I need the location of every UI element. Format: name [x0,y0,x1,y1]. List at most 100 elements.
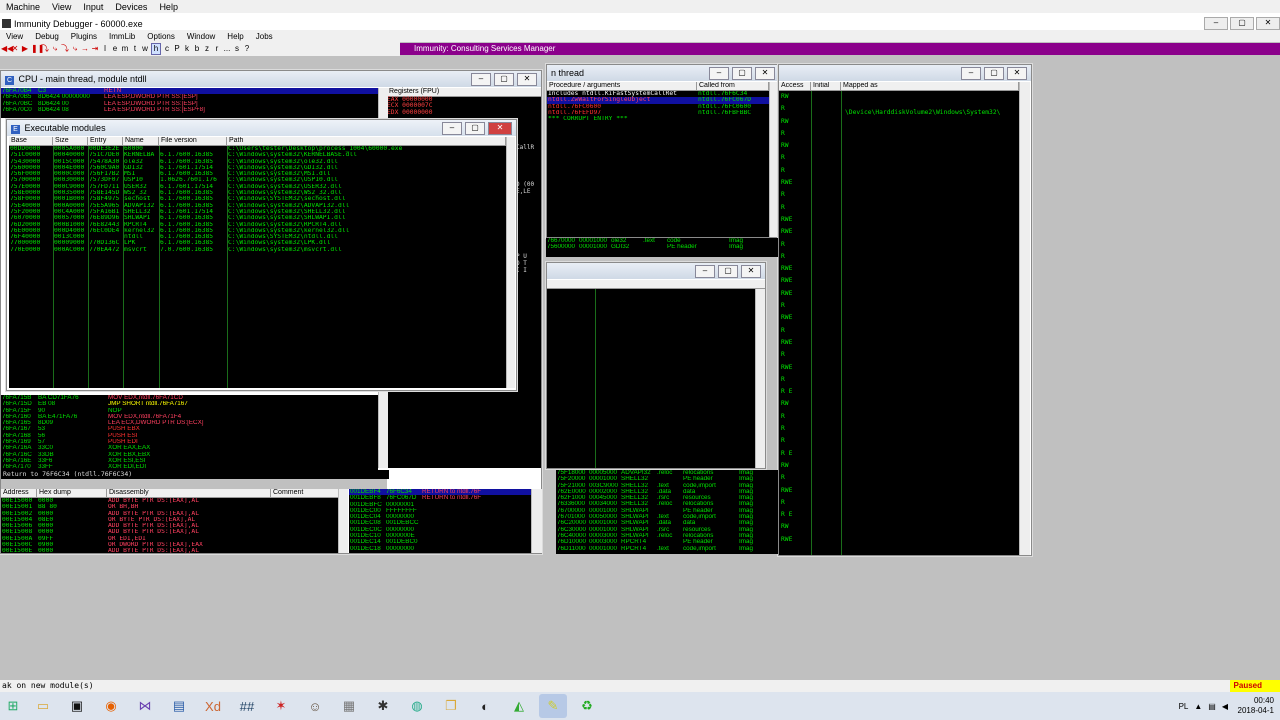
toolbar-window-c[interactable]: c [163,44,171,54]
menu-window[interactable]: Window [181,32,221,41]
clock[interactable]: 00:40 2018-04-1 [1238,696,1274,716]
start-icon[interactable]: ⊞ [3,694,23,718]
menu-help[interactable]: Help [221,32,249,41]
tray-icons: PL ▲ ▤ ◀ [1179,702,1228,711]
file-manager-icon[interactable]: ▭ [29,694,57,718]
menu-view[interactable]: View [0,32,29,41]
terminal-icon[interactable]: ▣ [63,694,91,718]
flag-icon[interactable]: ▲ [1194,702,1202,711]
memory-mid-list[interactable]: 76670000 00001000 ole32 .text code Imag 756000… [546,238,778,257]
memory-close-icon[interactable]: ✕ [1007,67,1027,80]
toolbar-window-more[interactable]: ... [223,44,231,54]
spider-icon[interactable]: ✶ [267,694,295,718]
blank-close-icon[interactable]: ✕ [741,265,761,278]
dump-scrollbar[interactable] [338,489,348,553]
toolbar-debug-icon[interactable]: ⤷ [51,44,59,54]
close-icon[interactable]: ✕ [1256,17,1280,30]
cpu-maximize-icon[interactable]: ▢ [494,73,514,86]
callstack-maximize-icon[interactable]: ▢ [732,67,752,80]
toolbar-window-h[interactable]: h [151,43,161,55]
toolbar-window-help[interactable]: ? [243,44,251,54]
menu-immlib[interactable]: ImmLib [103,32,141,41]
cpu-close-icon[interactable]: ✕ [517,73,537,86]
toolbar-window-l[interactable]: l [101,44,109,54]
xd-icon[interactable]: Xd [199,694,227,718]
toolbar-window-b[interactable]: b [193,44,201,54]
toolbar-window-t[interactable]: t [131,44,139,54]
callstack-close-icon[interactable]: ✕ [755,67,775,80]
stack-scrollbar[interactable] [531,489,542,553]
cpu-window-icon: C [5,76,14,85]
modules-scrollbar[interactable] [506,137,515,388]
toolbar-window-z[interactable]: z [203,44,211,54]
clock-date: 2018-04-1 [1237,706,1274,715]
dump-header-2: Disassembly [107,489,271,497]
folder-icon[interactable]: ❐ [437,694,465,718]
menu-debug[interactable]: Debug [29,32,65,41]
modules-minimize-icon[interactable]: – [442,122,462,135]
hex-editor-icon[interactable]: ## [233,694,261,718]
archive-icon[interactable]: ▦ [335,694,363,718]
toolbar-window-e[interactable]: e [111,44,119,54]
stack-pane[interactable]: 001DEBF4 76F6C34 RETURN to ntdll.76F 001DEB… [349,489,531,553]
memory-scrollbar[interactable] [1019,82,1030,555]
network-icon[interactable]: ▤ [1208,702,1216,711]
memory-list[interactable]: Access Initial Mapped as \Device\HarddiskV… [779,82,1019,555]
toolbar-window-m[interactable]: m [121,44,129,54]
toolbar-window-s[interactable]: s [233,44,241,54]
menu-options[interactable]: Options [141,32,181,41]
toolbar-debug-icon[interactable]: ◀◀ [1,44,13,54]
dump-pane[interactable]: Address Hex dump Disassembly Comment 00E150… [1,489,347,553]
menu-plugins[interactable]: Plugins [65,32,103,41]
toolbar-debug-icon[interactable]: ❚❚ [31,44,44,54]
plot-icon[interactable]: ◭ [505,694,533,718]
dump-header-3: Comment [271,489,347,497]
modules-list[interactable]: Base Size Entry Name File version Path 00DD00… [9,137,506,388]
lang-indicator[interactable]: PL [1179,702,1189,711]
memory-bottom-list[interactable]: 75F18000 00005000 ADVAPI32 .reloc relocation… [556,470,778,554]
vm-menu-input[interactable]: Input [77,2,109,12]
toolbar-debug-icon[interactable]: ⤵ [41,44,49,54]
toolbar-debug-icon[interactable]: ⇥ [91,44,99,54]
recycle-icon[interactable]: ♻ [573,694,601,718]
cpu-minimize-icon[interactable]: – [471,73,491,86]
toolbar-debug-icon[interactable]: ▶ [21,44,29,54]
blank-list[interactable] [547,289,755,468]
disasm-pane-top[interactable]: 76FA70B4 C3 RETN 76FA70B5 8D6424 00000000 LEA… [1,88,378,118]
toolbar-debug-icon[interactable]: ⤵ [61,44,69,54]
vm-menu-view[interactable]: View [46,2,77,12]
toolbar-debug-icon[interactable]: → [81,44,89,54]
blank-scrollbar[interactable] [755,289,765,468]
volume-icon[interactable]: ◀ [1222,702,1228,711]
blank-maximize-icon[interactable]: ▢ [718,265,738,278]
bug-icon[interactable]: ✱ [369,694,397,718]
toolbar-window-k[interactable]: k [183,44,191,54]
toolbar-window-w[interactable]: w [141,44,149,54]
toolbar-debug-icon[interactable]: ⤷ [71,44,79,54]
modules-close-icon[interactable]: ✕ [488,122,512,135]
firefox-icon[interactable]: ◉ [97,694,125,718]
memory-maximize-icon[interactable]: ▢ [984,67,1004,80]
callstack-minimize-icon[interactable]: – [709,67,729,80]
vm-menu-devices[interactable]: Devices [109,2,153,12]
toolbar-debug-icon[interactable]: ✕ [11,44,19,54]
toolbar-window-r[interactable]: r [213,44,221,54]
save-disk-icon[interactable]: ▤ [165,694,193,718]
vm-menu-help[interactable]: Help [153,2,184,12]
callstack-titlebar: n thread – ▢ ✕ [547,65,779,81]
memory-minimize-icon[interactable]: – [961,67,981,80]
blank-minimize-icon[interactable]: – [695,265,715,278]
minimize-icon[interactable]: – [1204,17,1228,30]
callstack-list[interactable]: Procedure / arguments Called from Include… [547,82,769,237]
vm-menu-machine[interactable]: Machine [0,2,46,12]
disasm-pane-lower[interactable]: 76FA715B BA CD71FA76 MOV EDX,ntdll.76FA71C… [1,395,378,471]
notes-icon[interactable]: ✎ [539,694,567,718]
visual-studio-icon[interactable]: ⋈ [131,694,159,718]
monkey-icon[interactable]: ◐ [471,694,499,718]
menu-jobs[interactable]: Jobs [250,32,279,41]
avatar-icon[interactable]: ☺ [301,694,329,718]
maximize-icon[interactable]: ▢ [1230,17,1254,30]
browser-icon[interactable]: ◍ [403,694,431,718]
toolbar-window-P[interactable]: P [173,44,181,54]
modules-maximize-icon[interactable]: ▢ [465,122,485,135]
